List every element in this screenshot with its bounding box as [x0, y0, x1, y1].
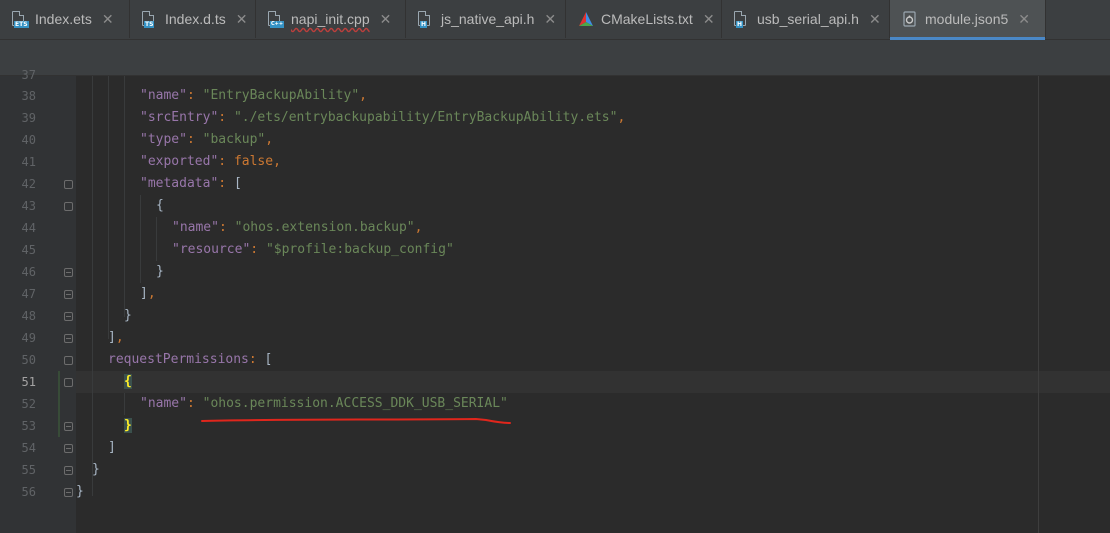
close-icon[interactable]: ✕: [236, 12, 248, 26]
fold-toggle-icon[interactable]: [64, 488, 73, 497]
line-number: 40: [21, 133, 36, 147]
tab-label: Index.ets: [35, 11, 92, 27]
header-file-icon: H: [418, 11, 434, 28]
fold-toggle-icon[interactable]: [64, 180, 73, 189]
tab-label: CMakeLists.txt: [601, 11, 693, 27]
vcs-change-marker: [58, 371, 60, 437]
fold-toggle-icon[interactable]: [64, 312, 73, 321]
line-number: 37: [21, 68, 36, 82]
tab-index-ets[interactable]: ETS Index.ets ✕: [0, 0, 130, 38]
close-icon[interactable]: ✕: [380, 12, 392, 26]
fold-toggle-icon[interactable]: [64, 334, 73, 343]
line-number: 54: [21, 441, 36, 455]
ets-file-icon: ETS: [12, 11, 29, 28]
line-number-gutter: 37 38 39 40 41 42 43 44 45 46 47 48 49 5…: [0, 68, 76, 533]
line-number: 55: [21, 463, 36, 477]
fold-toggle-icon[interactable]: [64, 202, 73, 211]
fold-toggle-icon[interactable]: [64, 290, 73, 299]
close-icon[interactable]: ✕: [869, 12, 881, 26]
line-number: 50: [21, 353, 36, 367]
close-icon[interactable]: ✕: [102, 12, 114, 26]
json-file-icon: [902, 11, 918, 27]
line-number: 53: [21, 419, 36, 433]
tab-napi-init-cpp[interactable]: C++ napi_init.cpp ✕: [256, 0, 406, 38]
tab-cmakelists-txt[interactable]: CMakeLists.txt ✕: [566, 0, 722, 38]
line-number: 49: [21, 331, 36, 345]
line-number: 45: [21, 243, 36, 257]
close-icon[interactable]: ✕: [544, 12, 556, 26]
line-number: 41: [21, 155, 36, 169]
annotation-underline: [201, 417, 511, 424]
line-number: 44: [21, 221, 36, 235]
editor-tab-bar: ETS Index.ets ✕ TS Index.d.ts ✕ C++ napi…: [0, 0, 1110, 40]
cmake-icon: [578, 11, 594, 27]
line-number: 56: [21, 485, 36, 499]
line-number: 52: [21, 397, 36, 411]
cpp-file-icon: C++: [268, 11, 285, 28]
editor-breadcrumb-strip: [0, 40, 1110, 76]
tab-index-d-ts[interactable]: TS Index.d.ts ✕: [130, 0, 256, 38]
fold-toggle-icon[interactable]: [64, 356, 73, 365]
code-editor[interactable]: "name": "EntryBackupAbility", "srcEntry"…: [76, 76, 1110, 533]
close-icon[interactable]: ✕: [1018, 12, 1030, 26]
header-file-icon: H: [734, 11, 750, 28]
fold-toggle-icon[interactable]: [64, 444, 73, 453]
tab-js-native-api-h[interactable]: H js_native_api.h ✕: [406, 0, 566, 38]
line-number: 48: [21, 309, 36, 323]
line-number: 47: [21, 287, 36, 301]
fold-toggle-icon[interactable]: [64, 422, 73, 431]
line-number: 42: [21, 177, 36, 191]
line-number: 39: [21, 111, 36, 125]
tab-label: napi_init.cpp: [291, 11, 370, 27]
tab-label: js_native_api.h: [441, 11, 535, 27]
tab-usb-serial-api-h[interactable]: H usb_serial_api.h ✕: [722, 0, 890, 38]
close-icon[interactable]: ✕: [703, 12, 715, 26]
fold-toggle-icon[interactable]: [64, 268, 73, 277]
line-number: 43: [21, 199, 36, 213]
fold-toggle-icon[interactable]: [64, 378, 73, 387]
line-number: 51: [21, 375, 36, 389]
right-margin-guide: [1038, 76, 1039, 533]
tab-label: usb_serial_api.h: [757, 11, 859, 27]
line-number: 46: [21, 265, 36, 279]
fold-toggle-icon[interactable]: [64, 466, 73, 475]
tab-label: module.json5: [925, 11, 1009, 27]
tab-label: Index.d.ts: [165, 11, 226, 27]
ts-file-icon: TS: [142, 11, 158, 28]
tab-module-json5[interactable]: module.json5 ✕: [890, 0, 1046, 40]
line-number: 38: [21, 89, 36, 103]
